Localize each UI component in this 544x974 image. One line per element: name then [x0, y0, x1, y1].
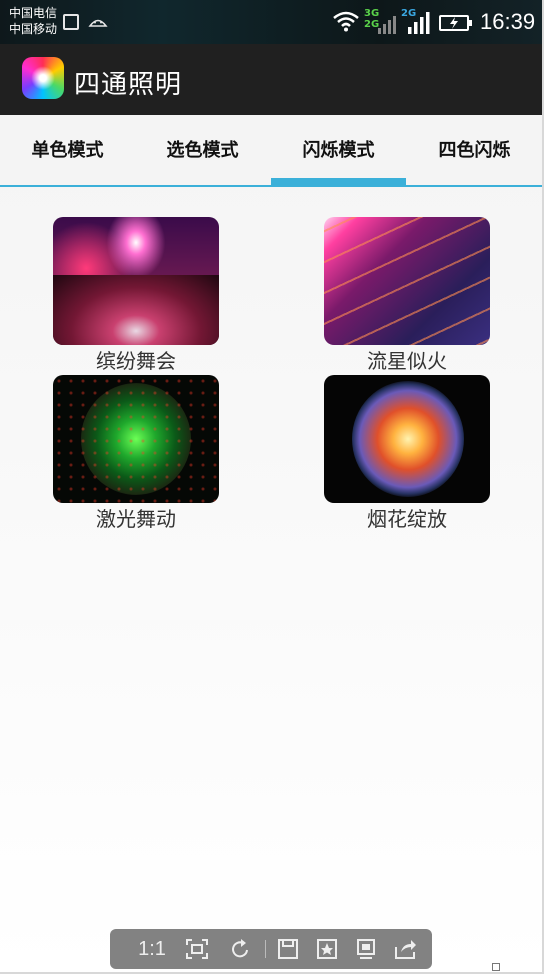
effect-card-laser[interactable]: 激光舞动: [53, 375, 219, 532]
toolbar-separator: [265, 940, 266, 958]
tab-flash-mode[interactable]: 闪烁模式: [271, 115, 406, 185]
effect-card-fireworks[interactable]: 烟花绽放: [324, 375, 490, 532]
rotate-icon[interactable]: [231, 938, 251, 960]
app-bar: 四通照明: [0, 44, 542, 115]
rainbow-star-app-icon: [22, 57, 64, 99]
green-laser-image: [53, 375, 219, 503]
status-clock: 16:39: [480, 9, 536, 34]
firework-burst-image: [324, 375, 490, 503]
effect-label: 激光舞动: [96, 507, 176, 531]
effect-card-meteor[interactable]: 流星似火: [324, 217, 490, 374]
mode-tabs: 单色模式 选色模式 闪烁模式 四色闪烁: [0, 115, 542, 187]
signal-1-icon: [378, 16, 396, 34]
android-notification-icon: [88, 19, 108, 27]
signal-2-icon: [408, 12, 430, 34]
save-icon[interactable]: [278, 939, 298, 959]
net-2g-label: 2G: [364, 19, 380, 30]
wifi-icon: [333, 11, 359, 32]
app-title: 四通照明: [74, 70, 183, 100]
fit-screen-icon[interactable]: [186, 939, 208, 959]
slideshow-icon[interactable]: [356, 939, 376, 959]
tab-select-color[interactable]: 选色模式: [135, 115, 270, 185]
charging-bolt-icon: [450, 17, 458, 29]
carrier-2: 中国移动: [9, 22, 58, 36]
effect-card-party[interactable]: 缤纷舞会: [53, 217, 219, 374]
carrier-1: 中国电信: [9, 6, 58, 20]
share-icon[interactable]: [395, 939, 417, 959]
phone-screen: 中国电信 中国移动 3G 2G 2G 16:39 四通照明 单色模式 选色模式 …: [0, 0, 544, 974]
effect-label: 缤纷舞会: [96, 349, 176, 373]
actual-size-button[interactable]: 1:1: [134, 929, 170, 969]
meteor-streaks-image: [324, 217, 490, 345]
gallery-notification-icon: [63, 14, 79, 30]
status-bar: 中国电信 中国移动 3G 2G 2G 16:39: [0, 0, 542, 44]
tab-single-color[interactable]: 单色模式: [0, 115, 135, 185]
resize-handle-icon: [492, 963, 500, 971]
carrier-labels: 中国电信 中国移动: [9, 5, 57, 37]
favorite-icon[interactable]: [317, 939, 337, 959]
net-3g-label: 3G: [364, 8, 380, 19]
battery-icon: [439, 15, 472, 31]
network-type-labels: 3G 2G: [364, 8, 379, 30]
tab-four-color-flash[interactable]: 四色闪烁: [407, 115, 542, 185]
image-viewer-toolbar: 1:1: [110, 929, 432, 969]
party-crowd-image: [53, 217, 219, 345]
effect-label: 烟花绽放: [367, 507, 447, 531]
effect-label: 流星似火: [367, 349, 447, 373]
